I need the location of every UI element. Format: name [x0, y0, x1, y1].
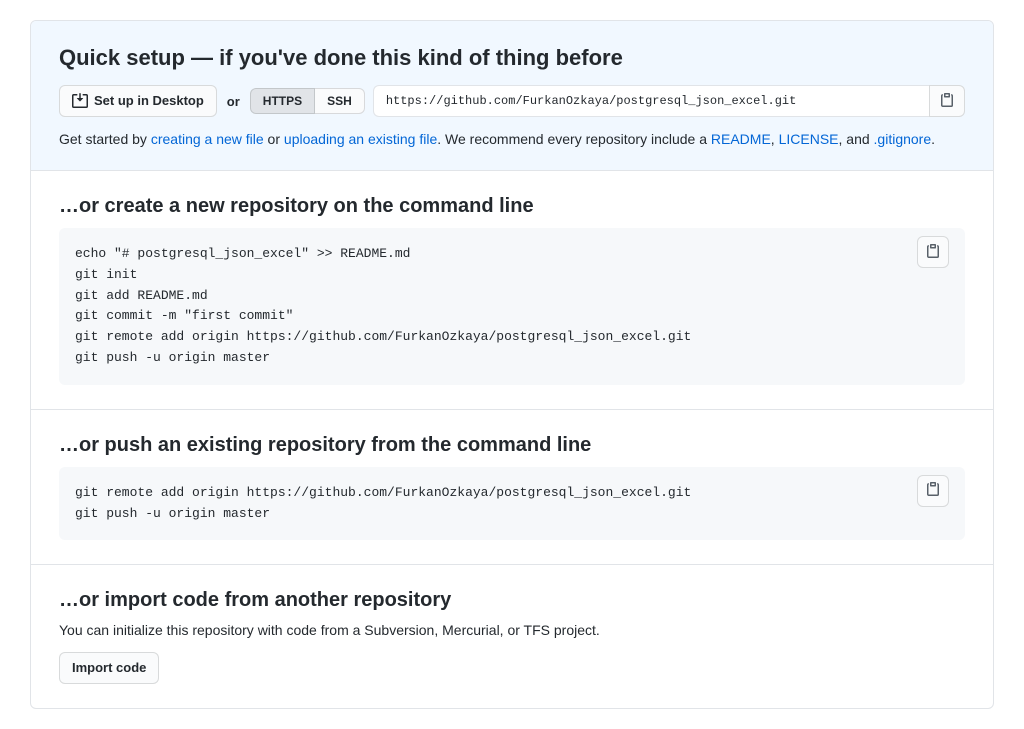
import-repo-desc: You can initialize this repository with …: [59, 622, 965, 638]
clone-url-input[interactable]: [373, 85, 929, 117]
copy-url-button[interactable]: [929, 85, 965, 117]
quick-setup-section: Quick setup — if you've done this kind o…: [31, 21, 993, 171]
clipboard-icon: [925, 243, 941, 262]
readme-link[interactable]: README: [711, 131, 771, 147]
push-repo-code[interactable]: git remote add origin https://github.com…: [59, 467, 965, 541]
setup-desktop-button[interactable]: Set up in Desktop: [59, 85, 217, 117]
upload-file-link[interactable]: uploading an existing file: [284, 131, 437, 147]
import-repo-title: …or import code from another repository: [59, 589, 965, 612]
push-repo-title: …or push an existing repository from the…: [59, 434, 965, 457]
gitignore-link[interactable]: .gitignore: [874, 131, 932, 147]
create-file-link[interactable]: creating a new file: [151, 131, 264, 147]
copy-create-code-button[interactable]: [917, 236, 949, 268]
quick-setup-help: Get started by creating a new file or up…: [59, 129, 965, 150]
import-code-button[interactable]: Import code: [59, 652, 159, 684]
create-repo-title: …or create a new repository on the comma…: [59, 195, 965, 218]
create-repo-code[interactable]: echo "# postgresql_json_excel" >> README…: [59, 228, 965, 385]
quick-setup-title: Quick setup — if you've done this kind o…: [59, 45, 965, 71]
copy-push-code-button[interactable]: [917, 475, 949, 507]
license-link[interactable]: LICENSE: [779, 131, 839, 147]
setup-row: Set up in Desktop or HTTPS SSH: [59, 85, 965, 117]
push-repo-section: …or push an existing repository from the…: [31, 410, 993, 566]
create-repo-section: …or create a new repository on the comma…: [31, 171, 993, 410]
repo-setup-container: Quick setup — if you've done this kind o…: [30, 20, 994, 709]
https-tab[interactable]: HTTPS: [250, 88, 315, 114]
clipboard-icon: [925, 481, 941, 500]
ssh-tab[interactable]: SSH: [315, 88, 365, 114]
or-separator: or: [227, 94, 240, 109]
import-repo-section: …or import code from another repository …: [31, 565, 993, 708]
clipboard-icon: [939, 92, 955, 111]
desktop-icon: [72, 93, 88, 109]
create-code-wrapper: echo "# postgresql_json_excel" >> README…: [59, 228, 965, 385]
protocol-btn-group: HTTPS SSH: [250, 88, 365, 114]
push-code-wrapper: git remote add origin https://github.com…: [59, 467, 965, 541]
setup-desktop-label: Set up in Desktop: [94, 91, 204, 111]
